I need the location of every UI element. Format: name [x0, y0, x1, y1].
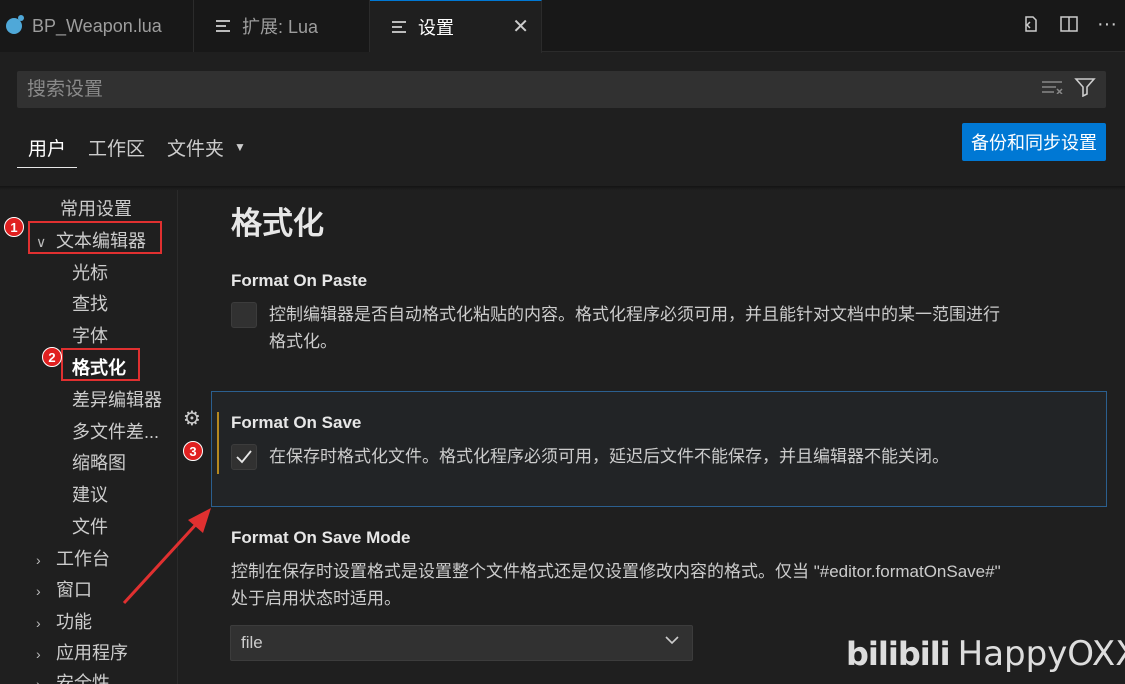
- chevron-right-icon: ›: [36, 615, 41, 631]
- format-on-paste-checkbox[interactable]: [231, 302, 257, 328]
- tab-extension-lua[interactable]: 扩展: Lua: [194, 0, 370, 52]
- lua-file-icon: [6, 15, 24, 34]
- extension-icon: [216, 20, 230, 32]
- setting-desc-format-on-save-mode: 控制在保存时设置格式是设置整个文件格式还是仅设置修改内容的格式。仅当 "#edi…: [231, 558, 1001, 612]
- settings-toc: 常用设置 ∨ 文本编辑器 光标 查找 字体 格式化 差异编辑器 多文件差... 缩…: [0, 190, 178, 684]
- toc-item-cursor[interactable]: 光标: [72, 259, 108, 285]
- chevron-down-icon: [664, 632, 680, 653]
- clear-filter-icon[interactable]: [1042, 80, 1066, 99]
- toc-item-workbench[interactable]: › 工作台: [36, 545, 110, 571]
- open-json-icon[interactable]: [1019, 12, 1043, 36]
- tab-label: 设置: [418, 18, 454, 38]
- toc-item-label: 应用程序: [56, 643, 128, 663]
- setting-desc-format-on-paste: 控制编辑器是否自动格式化粘贴的内容。格式化程序必须可用，并且能针对文档中的某一范…: [269, 301, 1000, 355]
- toc-item-multi-diff[interactable]: 多文件差...: [72, 418, 159, 444]
- annotation-badge-3: 3: [183, 441, 203, 461]
- toc-item-label: 安全性: [56, 673, 110, 684]
- toc-item-minimap[interactable]: 缩略图: [72, 449, 126, 475]
- toc-item-security[interactable]: › 安全性: [36, 669, 110, 684]
- split-editor-icon[interactable]: [1057, 12, 1081, 36]
- format-on-save-mode-select[interactable]: file: [230, 625, 693, 661]
- tab-bp-weapon[interactable]: BP_Weapon.lua: [0, 0, 194, 52]
- setting-desc-format-on-save: 在保存时格式化文件。格式化程序必须可用，延迟后文件不能保存，并且编辑器不能关闭。: [269, 447, 949, 466]
- desc-line-2: 处于启用状态时适用。: [231, 589, 401, 608]
- tab-label: 扩展: Lua: [242, 17, 319, 37]
- select-value: file: [241, 633, 263, 652]
- caret-down-icon: ▼: [234, 140, 246, 154]
- filter-icon[interactable]: [1074, 77, 1098, 102]
- chevron-right-icon: ›: [36, 646, 41, 662]
- bilibili-logo: bilibili: [846, 635, 951, 673]
- chevron-right-icon: ›: [36, 552, 41, 568]
- toc-item-label: 功能: [56, 612, 92, 632]
- tab-settings[interactable]: 设置 ✕: [370, 0, 542, 53]
- close-icon[interactable]: ✕: [512, 14, 529, 39]
- section-title: 格式化: [231, 206, 324, 241]
- desc-line-1: 控制编辑器是否自动格式化粘贴的内容。格式化程序必须可用，并且能针对文档中的某一范…: [269, 305, 1000, 324]
- toc-item-files[interactable]: 文件: [72, 513, 108, 539]
- toc-item-application[interactable]: › 应用程序: [36, 639, 128, 665]
- check-icon: [236, 450, 252, 464]
- editor-tab-bar: BP_Weapon.lua 扩展: Lua 设置 ✕ ···: [0, 0, 1125, 53]
- toc-item-find[interactable]: 查找: [72, 290, 108, 316]
- annotation-box-formatting: [61, 348, 140, 381]
- chevron-right-icon: ›: [36, 583, 41, 599]
- settings-search: [17, 71, 1106, 108]
- annotation-badge-2: 2: [42, 347, 62, 367]
- tab-folder-label: 文件夹: [167, 139, 225, 160]
- toc-item-window[interactable]: › 窗口: [36, 576, 92, 602]
- tab-user[interactable]: 用户: [17, 126, 78, 168]
- toc-item-suggestions[interactable]: 建议: [72, 481, 108, 507]
- toc-item-features[interactable]: › 功能: [36, 608, 92, 634]
- toc-item-common[interactable]: 常用设置: [60, 195, 132, 221]
- tab-folder[interactable]: 文件夹 ▼: [156, 126, 257, 168]
- backup-sync-button[interactable]: 备份和同步设置: [962, 123, 1106, 161]
- tab-workspace[interactable]: 工作区: [77, 126, 156, 168]
- tab-label: BP_Weapon.lua: [32, 15, 162, 36]
- editor-actions: ···: [1019, 12, 1119, 36]
- setting-title-format-on-paste: Format On Paste: [231, 271, 368, 290]
- setting-title-format-on-save-mode: Format On Save Mode: [231, 528, 411, 547]
- more-actions-icon[interactable]: ···: [1095, 12, 1119, 36]
- toc-item-font[interactable]: 字体: [72, 322, 108, 348]
- desc-line-1: 控制在保存时设置格式是设置整个文件格式还是仅设置修改内容的格式。仅当 "#edi…: [231, 562, 1001, 581]
- annotation-badge-1: 1: [4, 217, 24, 237]
- search-input[interactable]: [17, 71, 1042, 108]
- modified-indicator: [217, 412, 219, 474]
- chevron-right-icon: ›: [36, 676, 41, 684]
- watermark: bilibili HappyOXX: [846, 634, 1125, 674]
- setting-title-format-on-save: Format On Save: [231, 413, 362, 432]
- toc-item-label: 工作台: [56, 549, 110, 569]
- toc-item-diff-editor[interactable]: 差异编辑器: [72, 386, 162, 412]
- annotation-box-text-editor: [28, 221, 162, 254]
- settings-file-icon: [392, 21, 406, 33]
- toc-item-label: 窗口: [56, 580, 92, 600]
- settings-scope-tabs: 用户 工作区 文件夹 ▼: [17, 126, 257, 168]
- desc-line-2: 格式化。: [269, 332, 337, 351]
- format-on-save-checkbox[interactable]: [231, 444, 257, 470]
- gear-icon[interactable]: ⚙: [183, 406, 207, 430]
- watermark-name: HappyOXX: [957, 634, 1125, 674]
